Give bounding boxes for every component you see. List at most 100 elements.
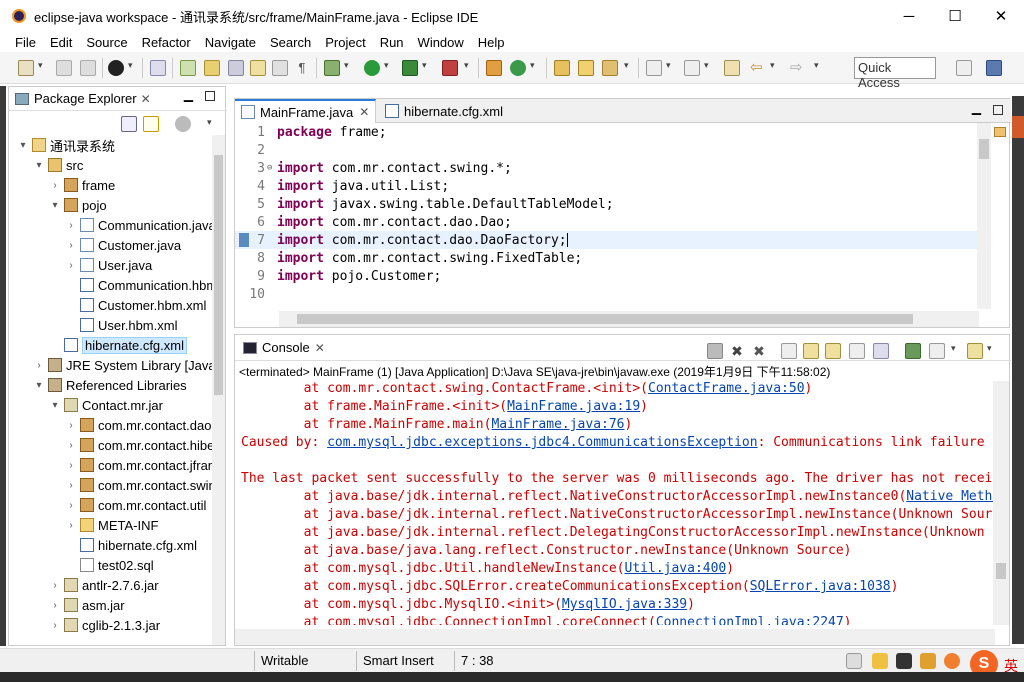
code-line[interactable]: 10 bbox=[235, 285, 979, 303]
tree-item[interactable]: › antlr-2.7.6.jar bbox=[49, 575, 158, 595]
new-java-package-icon[interactable] bbox=[486, 60, 502, 76]
close-view-icon[interactable]: ✕ bbox=[141, 92, 151, 106]
back-icon[interactable]: ⇦ bbox=[750, 60, 766, 76]
quick-access-input[interactable]: Quick Access bbox=[854, 57, 936, 90]
debug-icon[interactable] bbox=[324, 60, 340, 76]
minimize-view-icon[interactable]: ▁ bbox=[184, 88, 193, 102]
new-icon[interactable] bbox=[18, 60, 34, 76]
code-line[interactable]: 4 import java.util.List; bbox=[235, 177, 979, 195]
stack-trace-link[interactable]: ContactFrame.java:50 bbox=[648, 381, 805, 396]
menu-project[interactable]: Project bbox=[318, 35, 372, 50]
tree-item[interactable]: Customer.hbm.xml bbox=[65, 295, 206, 315]
tree-item[interactable]: User.hbm.xml bbox=[65, 315, 177, 335]
clear-console-icon[interactable] bbox=[781, 343, 797, 359]
expand-toggle-icon[interactable]: › bbox=[65, 440, 77, 451]
show-on-output-icon[interactable] bbox=[849, 343, 865, 359]
open-console-icon[interactable] bbox=[967, 343, 983, 359]
focus-on-task-icon[interactable] bbox=[175, 116, 191, 132]
next-annotation-icon[interactable] bbox=[180, 60, 196, 76]
tree-item[interactable]: › com.mr.contact.dao bbox=[65, 415, 211, 435]
expand-toggle-icon[interactable]: › bbox=[65, 240, 77, 251]
back-dropdown-icon[interactable]: ▾ bbox=[770, 60, 775, 71]
debug-dropdown-icon[interactable]: ▾ bbox=[344, 60, 349, 71]
close-tab-icon[interactable]: ✕ bbox=[359, 105, 369, 119]
tree-item[interactable]: › com.mr.contact.jframe bbox=[65, 455, 213, 475]
link-with-editor-icon[interactable] bbox=[143, 116, 159, 132]
tree-item[interactable]: › com.mr.contact.hibernate bbox=[65, 435, 213, 455]
stack-trace-link[interactable]: ConnectionImpl.java:2247 bbox=[656, 615, 844, 625]
expand-toggle-icon[interactable]: › bbox=[49, 600, 61, 611]
next-annotation-down-icon[interactable] bbox=[646, 60, 662, 76]
stack-trace-link[interactable]: SQLError.java:1038 bbox=[750, 579, 891, 594]
code-line[interactable]: 3 ⊖ import com.mr.contact.swing.*; bbox=[235, 159, 979, 177]
menu-file[interactable]: File bbox=[8, 35, 43, 50]
display-selected-console-icon[interactable] bbox=[929, 343, 945, 359]
menu-search[interactable]: Search bbox=[263, 35, 318, 50]
menu-run[interactable]: Run bbox=[373, 35, 411, 50]
skip-breakpoints-icon[interactable] bbox=[150, 60, 166, 76]
search-dropdown-icon[interactable]: ▾ bbox=[624, 60, 629, 71]
expand-toggle-icon[interactable]: › bbox=[65, 420, 77, 431]
expand-toggle-icon[interactable]: › bbox=[49, 620, 61, 631]
editor-vertical-scrollbar[interactable] bbox=[977, 123, 991, 309]
menu-refactor[interactable]: Refactor bbox=[135, 35, 198, 50]
tree-item[interactable]: hibernate.cfg.xml bbox=[49, 335, 187, 355]
tab-mainframe-java[interactable]: MainFrame.java ✕ bbox=[235, 99, 377, 123]
expand-toggle-icon[interactable]: › bbox=[49, 180, 61, 191]
forward-icon[interactable]: ⇨ bbox=[790, 60, 806, 76]
external-tools-icon[interactable] bbox=[442, 60, 458, 76]
console-horizontal-scrollbar[interactable] bbox=[235, 629, 995, 645]
code-line[interactable]: 8 import com.mr.contact.swing.FixedTable; bbox=[235, 249, 979, 267]
tree-item[interactable]: › com.mr.contact.util bbox=[65, 495, 206, 515]
new-class-dropdown-icon[interactable]: ▾ bbox=[530, 60, 535, 71]
code-line[interactable]: 1 package frame; bbox=[235, 123, 979, 141]
smiley-icon[interactable] bbox=[944, 653, 960, 669]
collapse-all-icon[interactable] bbox=[121, 116, 137, 132]
show-on-error-icon[interactable] bbox=[873, 343, 889, 359]
fold-toggle-icon[interactable]: ⊖ bbox=[267, 163, 277, 173]
menu-navigate[interactable]: Navigate bbox=[198, 35, 263, 50]
minimize-editor-icon[interactable]: ▁ bbox=[972, 101, 981, 115]
stack-trace-link[interactable]: MainFrame.java:19 bbox=[507, 399, 640, 414]
previous-annotation-icon[interactable] bbox=[684, 60, 700, 76]
remove-all-terminated-icon[interactable]: ✖ bbox=[751, 343, 767, 359]
debug-perspective-icon[interactable] bbox=[108, 60, 124, 76]
tree-item[interactable]: ▾ src bbox=[33, 155, 83, 175]
dropdown-icon[interactable]: ▾ bbox=[128, 60, 133, 71]
expand-toggle-icon[interactable]: › bbox=[65, 500, 77, 511]
tree-item[interactable]: ▾ pojo bbox=[49, 195, 106, 215]
hat-icon[interactable] bbox=[896, 653, 912, 669]
menu-help[interactable]: Help bbox=[471, 35, 512, 50]
package-explorer-tab[interactable]: Package Explorer ✕ ▁ bbox=[9, 87, 227, 111]
close-button[interactable]: ✕ bbox=[978, 0, 1024, 32]
tree-item[interactable]: › JRE System Library [JavaSE] bbox=[33, 355, 213, 375]
stack-trace-link[interactable]: Native Method bbox=[906, 489, 995, 504]
new-java-class-icon[interactable] bbox=[510, 60, 526, 76]
external-tools-dropdown-icon[interactable]: ▾ bbox=[464, 60, 469, 71]
tree-item[interactable]: ▾ Referenced Libraries bbox=[33, 375, 186, 395]
show-whitespace-icon[interactable]: ¶ bbox=[294, 60, 310, 76]
expand-toggle-icon[interactable]: ▾ bbox=[33, 160, 45, 171]
remove-launch-icon[interactable]: ✖ bbox=[729, 343, 745, 359]
expand-toggle-icon[interactable]: ▾ bbox=[49, 200, 61, 211]
previous-annotation-dropdown-icon[interactable]: ▾ bbox=[704, 60, 709, 71]
console-tab[interactable]: Console ✕ ✖ ✖ ▾ ▾ bbox=[235, 335, 1011, 361]
open-console-dropdown-icon[interactable]: ▾ bbox=[987, 343, 992, 354]
scroll-lock-icon[interactable] bbox=[803, 343, 819, 359]
open-perspective-icon[interactable] bbox=[956, 60, 972, 76]
maximize-editor-icon[interactable] bbox=[993, 105, 1003, 115]
notebook-icon[interactable] bbox=[872, 653, 888, 669]
package-explorer-scrollbar[interactable] bbox=[212, 135, 225, 645]
menu-window[interactable]: Window bbox=[411, 35, 471, 50]
stack-trace-link[interactable]: MainFrame.java:76 bbox=[491, 417, 624, 432]
tree-item[interactable]: ▾ Contact.mr.jar bbox=[49, 395, 162, 415]
last-edit-location-icon[interactable] bbox=[724, 60, 740, 76]
new-dropdown-icon[interactable]: ▾ bbox=[38, 60, 43, 71]
expand-toggle-icon[interactable]: › bbox=[65, 260, 77, 271]
console-output[interactable]: at com.mr.contact.swing.ContactFrame.<in… bbox=[235, 381, 995, 625]
toggle-mark-occurrences-icon[interactable] bbox=[204, 60, 220, 76]
pin-console-icon[interactable] bbox=[905, 343, 921, 359]
overview-ruler[interactable] bbox=[991, 123, 1009, 309]
tree-item[interactable]: ▾ 通讯录系统 bbox=[17, 135, 115, 155]
coverage-dropdown-icon[interactable]: ▾ bbox=[422, 60, 427, 71]
